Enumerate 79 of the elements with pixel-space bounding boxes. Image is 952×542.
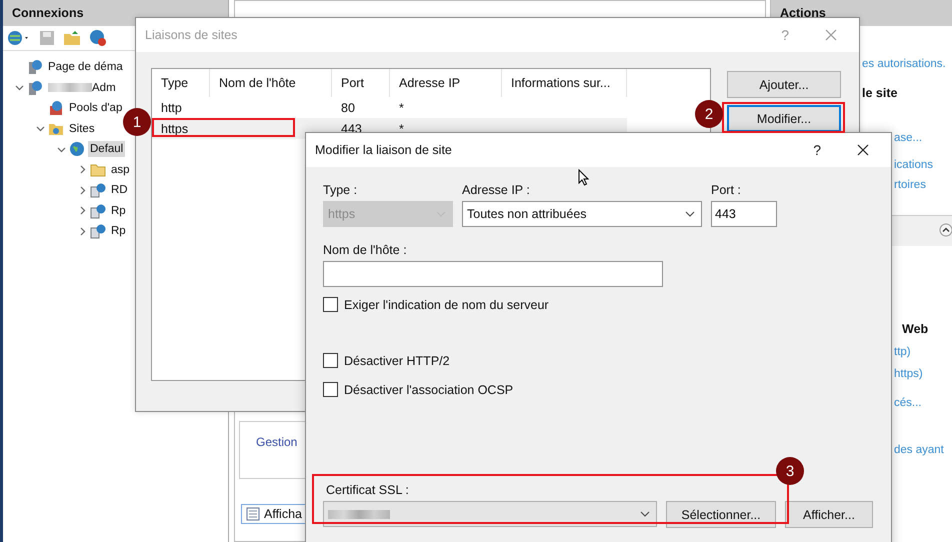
chevron-icon[interactable]: [56, 144, 66, 154]
collapse-icon[interactable]: [939, 223, 952, 237]
dialog-title: Modifier la liaison de site: [315, 143, 453, 157]
checkbox-label[interactable]: Désactiver HTTP/2: [344, 354, 450, 368]
binding-row[interactable]: http 80 *: [152, 97, 627, 118]
tree-item[interactable]: Page de déma: [46, 59, 125, 76]
ip-dropdown[interactable]: Toutes non attribuées: [462, 201, 702, 227]
dialog-title: Liaisons de sites: [145, 28, 238, 42]
table-cell-text: *: [398, 122, 405, 136]
chevron-icon[interactable]: [36, 124, 44, 134]
table-cell-text: *: [398, 100, 405, 114]
folder-icon: [90, 162, 106, 178]
action-link[interactable]: rtoires: [894, 179, 926, 191]
action-link[interactable]: cés...: [894, 397, 922, 409]
tree-item[interactable]: Defaul: [88, 141, 126, 158]
panel-title: Connexions: [12, 6, 84, 20]
checkbox-label[interactable]: Exiger l'indication de nom du serveur: [344, 298, 549, 312]
view-tab[interactable]: Afficha: [241, 504, 307, 524]
tree-item[interactable]: asp: [109, 162, 132, 178]
help-button[interactable]: ?: [811, 142, 823, 158]
column-header[interactable]: Port: [332, 69, 390, 97]
folder-up-icon[interactable]: [63, 30, 81, 46]
chevron-icon[interactable]: [78, 186, 86, 195]
dialog-button[interactable]: Ajouter...: [727, 71, 841, 98]
dialog-button[interactable]: Modifier...: [727, 105, 841, 132]
chevron-icon[interactable]: [78, 165, 86, 174]
globe-delete-icon[interactable]: [89, 29, 107, 47]
section-heading: le site: [862, 86, 898, 100]
checkbox-label[interactable]: Désactiver l'association OCSP: [344, 382, 514, 396]
grid-view-icon: [246, 507, 260, 521]
field-label: Type :: [323, 183, 358, 197]
caret-icon: [685, 211, 695, 217]
action-link[interactable]: des ayant: [894, 444, 944, 456]
action-link[interactable]: ttp): [894, 346, 911, 358]
panel-title: Actions: [780, 6, 826, 20]
hostname-field[interactable]: [323, 261, 663, 287]
field-label: Adresse IP :: [462, 183, 531, 197]
tree-item[interactable]: Rp: [109, 202, 128, 219]
app-globe-icon: [90, 223, 106, 240]
chevron-icon[interactable]: [14, 83, 24, 92]
pool-icon: [48, 100, 64, 116]
tree-item[interactable]: Adm: [46, 80, 118, 96]
globe-dropdown-icon[interactable]: [7, 29, 31, 47]
server-icon: [27, 80, 43, 96]
column-header[interactable]: Informations sur...: [502, 69, 627, 97]
management-link[interactable]: Gestion: [256, 435, 298, 449]
section-heading: Web: [902, 322, 928, 336]
column-header[interactable]: Type: [152, 69, 210, 97]
server-icon: [27, 59, 43, 76]
checkbox[interactable]: [323, 353, 338, 368]
close-icon[interactable]: [857, 144, 869, 156]
column-header[interactable]: Adresse IP: [390, 69, 502, 97]
chevron-icon[interactable]: [78, 226, 86, 236]
field-label: Certificat SSL :: [325, 483, 410, 497]
action-link[interactable]: https): [894, 368, 923, 380]
dialog-button[interactable]: Afficher...: [785, 501, 873, 528]
app-globe-icon: [90, 202, 106, 219]
table-cell-text: https: [160, 122, 190, 136]
checkbox[interactable]: [323, 297, 338, 312]
app-globe-icon: [90, 182, 106, 198]
action-link[interactable]: es autorisations.: [862, 58, 946, 70]
dialog-button[interactable]: Sélectionner...: [666, 501, 776, 528]
field-label: Port :: [711, 183, 742, 197]
tree-item[interactable]: Rp: [109, 223, 128, 240]
column-header[interactable]: Nom de l'hôte: [210, 69, 332, 97]
action-link[interactable]: ase...: [894, 132, 922, 144]
table-cell-text: 80: [340, 100, 356, 114]
certificate-dropdown[interactable]: [323, 501, 657, 527]
mouse-cursor-icon: [578, 169, 589, 186]
checkbox[interactable]: [323, 382, 338, 397]
tree-item[interactable]: Sites: [67, 120, 97, 137]
tree-item[interactable]: Pools d'ap: [67, 100, 124, 116]
globe-icon: [69, 141, 85, 158]
port-field[interactable]: 443: [711, 201, 777, 227]
table-cell-text: http: [160, 100, 183, 114]
field-label: Nom de l'hôte :: [323, 243, 408, 257]
caret-icon: [640, 511, 650, 517]
tree-item[interactable]: RD: [109, 182, 130, 198]
chevron-icon[interactable]: [78, 206, 86, 216]
